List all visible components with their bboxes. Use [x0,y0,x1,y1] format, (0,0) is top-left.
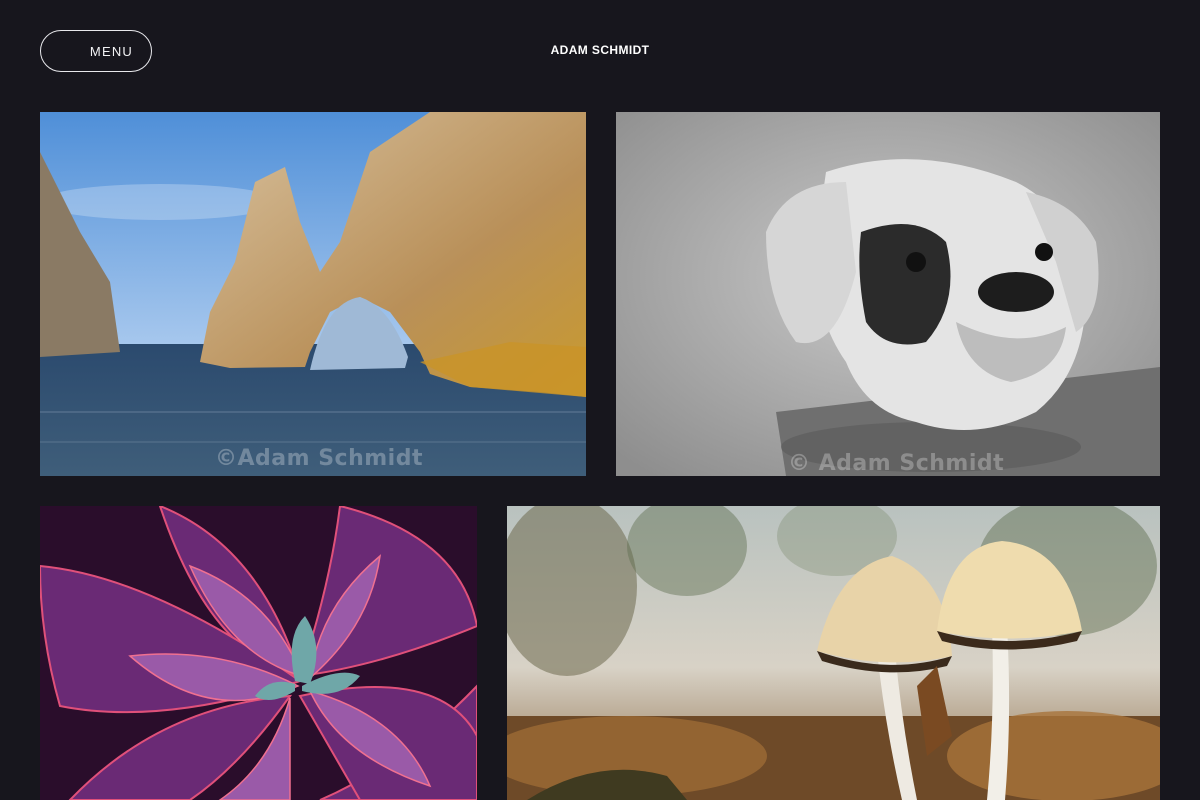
photo-watermark: © Adam Schmidt [788,451,1005,476]
photo-watermark: ©Adam Schmidt [215,446,423,471]
gallery-photo-succulent[interactable] [40,506,477,800]
gallery-photo-mushrooms[interactable] [507,506,1160,800]
site-header: MENU ADAM SCHMIDT [0,0,1200,100]
gallery-photo-rock-arch[interactable]: ©Adam Schmidt [40,112,586,476]
succulent-image [40,506,477,800]
boxer-dog-image [616,112,1160,476]
rock-arch-image [40,112,586,476]
mushrooms-image [507,506,1160,800]
site-title[interactable]: ADAM SCHMIDT [0,43,1200,57]
gallery-photo-boxer-dog[interactable]: © Adam Schmidt [616,112,1160,476]
